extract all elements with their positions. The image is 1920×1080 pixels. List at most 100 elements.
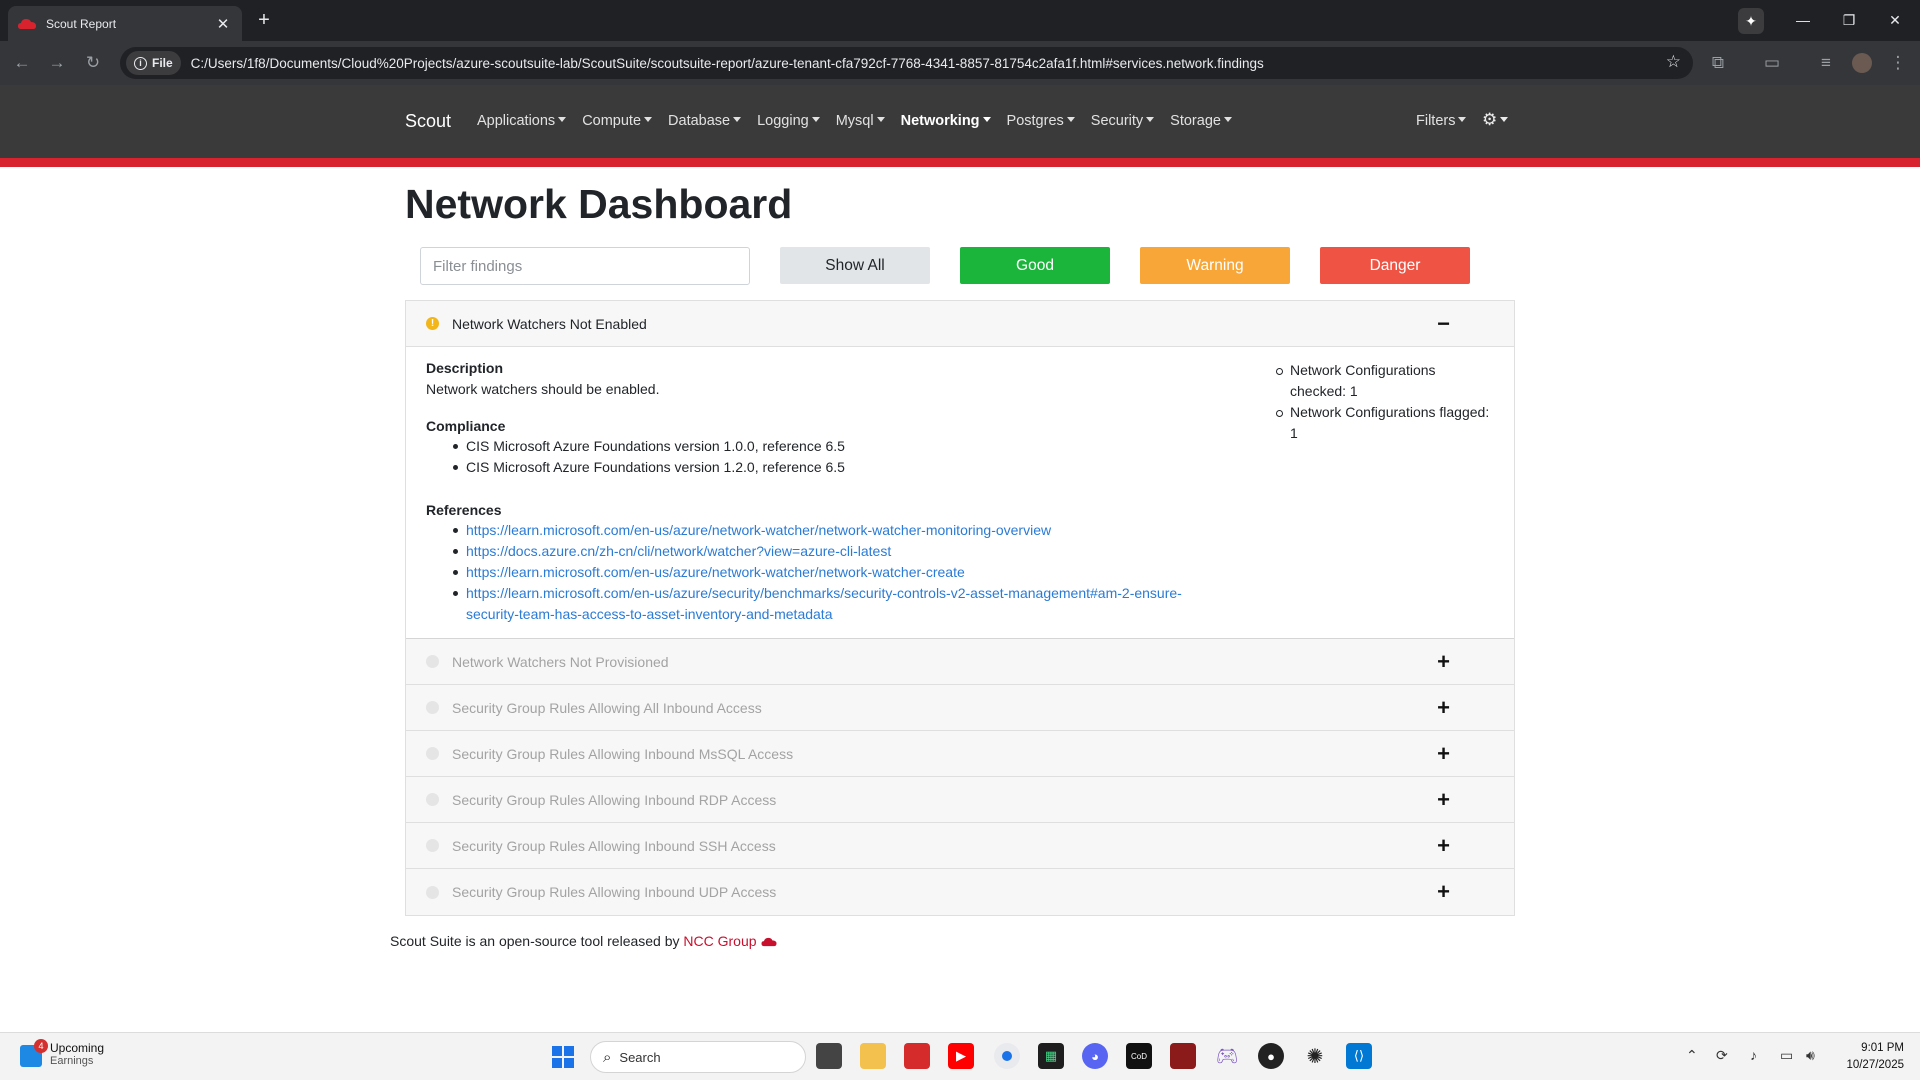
scout-cloud-icon	[18, 18, 36, 29]
expand-icon[interactable]: +	[1437, 879, 1450, 905]
brand-logo[interactable]: Scout	[405, 111, 451, 132]
reload-icon[interactable]: ↻	[79, 49, 107, 77]
filter-findings-input[interactable]	[420, 247, 750, 285]
network-icon[interactable]: ▭	[1780, 1047, 1793, 1064]
media-icon[interactable]: ≡	[1812, 49, 1840, 77]
finding-header[interactable]: Security Group Rules Allowing Inbound UD…	[406, 869, 1514, 915]
back-icon[interactable]: ←	[8, 49, 36, 77]
warning-filter-button[interactable]: Warning	[1140, 247, 1290, 284]
youtube-icon[interactable]: ▶	[948, 1043, 974, 1069]
game-icon[interactable]	[1170, 1043, 1196, 1069]
scout-navbar: Scout Applications Compute Database Logg…	[0, 85, 1920, 158]
finding-title: Network Watchers Not Provisioned	[452, 653, 669, 670]
menu-storage[interactable]: Storage	[1170, 113, 1232, 129]
stocks-icon: 4	[20, 1039, 48, 1067]
menu-kebab-icon[interactable]: ⋮	[1884, 49, 1912, 77]
tab-title: Scout Report	[46, 16, 117, 31]
finding-header[interactable]: ! Network Watchers Not Enabled −	[406, 301, 1514, 347]
menu-postgres[interactable]: Postgres	[1007, 113, 1075, 129]
close-tab-icon[interactable]: ✕	[214, 15, 232, 33]
finding-header[interactable]: Network Watchers Not Provisioned +	[406, 639, 1514, 685]
tray-chevron-icon[interactable]: ⌃	[1686, 1047, 1698, 1064]
address-bar[interactable]: i File C:/Users/1f8/Documents/Cloud%20Pr…	[120, 47, 1693, 79]
app-icon[interactable]	[904, 1043, 930, 1069]
expand-icon[interactable]: +	[1437, 787, 1450, 813]
good-filter-button[interactable]: Good	[960, 247, 1110, 284]
filters-menu[interactable]: Filters	[1416, 113, 1467, 129]
ncc-group-link[interactable]: NCC Group	[683, 933, 756, 949]
task-view-icon[interactable]	[816, 1043, 842, 1069]
expand-icon[interactable]: +	[1437, 695, 1450, 721]
new-tab-button[interactable]: +	[254, 9, 274, 31]
taskbar-search[interactable]: ⌕ Search	[590, 1041, 806, 1073]
accent-divider	[0, 158, 1920, 167]
windows-start-icon[interactable]	[550, 1044, 576, 1070]
show-all-button[interactable]: Show All	[780, 247, 930, 284]
collapse-icon[interactable]: −	[1437, 311, 1450, 337]
danger-filter-button[interactable]: Danger	[1320, 247, 1470, 284]
gpu-app-icon[interactable]: ▦	[1038, 1043, 1064, 1069]
obs-icon[interactable]: ●	[1258, 1043, 1284, 1069]
vscode-icon[interactable]: ⟨⟩	[1346, 1043, 1372, 1069]
bookmark-star-icon[interactable]: ☆	[1666, 52, 1681, 72]
date: 10/27/2025	[1846, 1059, 1904, 1071]
forward-icon[interactable]: →	[43, 49, 71, 77]
expand-icon[interactable]: +	[1437, 649, 1450, 675]
minimize-icon[interactable]: —	[1780, 0, 1826, 40]
news-widget[interactable]: 4 Upcoming Earnings	[20, 1039, 104, 1067]
expand-icon[interactable]: +	[1437, 741, 1450, 767]
menu-logging[interactable]: Logging	[757, 113, 820, 129]
reference-link[interactable]: https://docs.azure.cn/zh-cn/cli/network/…	[452, 541, 891, 562]
search-icon: ⌕	[603, 1048, 612, 1066]
controller-icon[interactable]: 🎮︎	[1214, 1043, 1240, 1069]
finding-title: Security Group Rules Allowing Inbound UD…	[452, 884, 777, 900]
chrome-icon[interactable]	[994, 1043, 1020, 1069]
game-icon[interactable]: CoD	[1126, 1043, 1152, 1069]
site-info-chip[interactable]: i File	[126, 51, 181, 75]
url-text[interactable]: C:/Users/1f8/Documents/Cloud%20Projects/…	[191, 56, 1264, 71]
menu-compute[interactable]: Compute	[582, 113, 653, 129]
stat-checked: Network Configurations checked: 1	[1276, 360, 1490, 402]
finding-title: Security Group Rules Allowing Inbound Ms…	[452, 745, 794, 762]
browser-tab[interactable]: Scout Report ✕	[8, 6, 242, 41]
menu-mysql[interactable]: Mysql	[836, 113, 885, 129]
volume-icon[interactable]: 🔊︎	[1806, 1047, 1815, 1064]
warning-status-icon: !	[426, 317, 439, 330]
service-menu: Applications Compute Database Logging My…	[477, 113, 1248, 129]
restore-icon[interactable]: ❐	[1826, 0, 1872, 40]
gear-icon[interactable]: ⚙	[1482, 110, 1509, 130]
cloud-icon	[761, 937, 777, 947]
expand-icon[interactable]: +	[1437, 833, 1450, 859]
browser-tab-strip: Scout Report ✕ + ✦ — ❐ ✕	[0, 0, 1920, 41]
reference-link[interactable]: https://learn.microsoft.com/en-us/azure/…	[453, 562, 965, 583]
menu-database[interactable]: Database	[668, 113, 742, 129]
sync-icon[interactable]: ⟳	[1716, 1047, 1728, 1064]
reference-link-continued[interactable]: security-team-has-access-to-asset-invent…	[466, 604, 832, 625]
menu-applications[interactable]: Applications	[477, 113, 567, 129]
chatgpt-icon[interactable]: ✺	[1302, 1043, 1328, 1069]
reference-link[interactable]: https://learn.microsoft.com/en-us/azure/…	[453, 583, 1182, 604]
finding-header[interactable]: Security Group Rules Allowing Inbound SS…	[406, 823, 1514, 869]
gemini-icon[interactable]: ✦	[1738, 8, 1764, 34]
references-label: References	[426, 502, 502, 518]
reference-link[interactable]: https://learn.microsoft.com/en-us/azure/…	[452, 520, 1051, 541]
finding-title: Network Watchers Not Enabled	[452, 315, 647, 332]
mic-icon[interactable]: ♪	[1750, 1047, 1757, 1063]
finding-header[interactable]: Security Group Rules Allowing Inbound RD…	[406, 777, 1514, 823]
neutral-status-icon	[426, 793, 439, 806]
finding-header[interactable]: Security Group Rules Allowing Inbound Ms…	[406, 731, 1514, 777]
clock[interactable]: 9:01 PM 10/27/2025	[1838, 1040, 1904, 1074]
profile-avatar[interactable]	[1848, 49, 1876, 77]
cast-icon[interactable]: ▭	[1758, 49, 1786, 77]
compliance-item: CIS Microsoft Azure Foundations version …	[453, 436, 845, 457]
file-explorer-icon[interactable]	[860, 1043, 886, 1069]
discord-icon[interactable]: ◕	[1082, 1043, 1108, 1069]
finding-header[interactable]: Security Group Rules Allowing All Inboun…	[406, 685, 1514, 731]
caret-down-icon	[982, 117, 991, 122]
caret-down-icon	[644, 117, 653, 122]
extensions-icon[interactable]: ⧉	[1704, 49, 1732, 77]
close-window-icon[interactable]: ✕	[1872, 0, 1918, 40]
menu-networking[interactable]: Networking	[901, 113, 991, 129]
menu-security[interactable]: Security	[1091, 113, 1155, 129]
notification-badge: 4	[34, 1039, 48, 1053]
